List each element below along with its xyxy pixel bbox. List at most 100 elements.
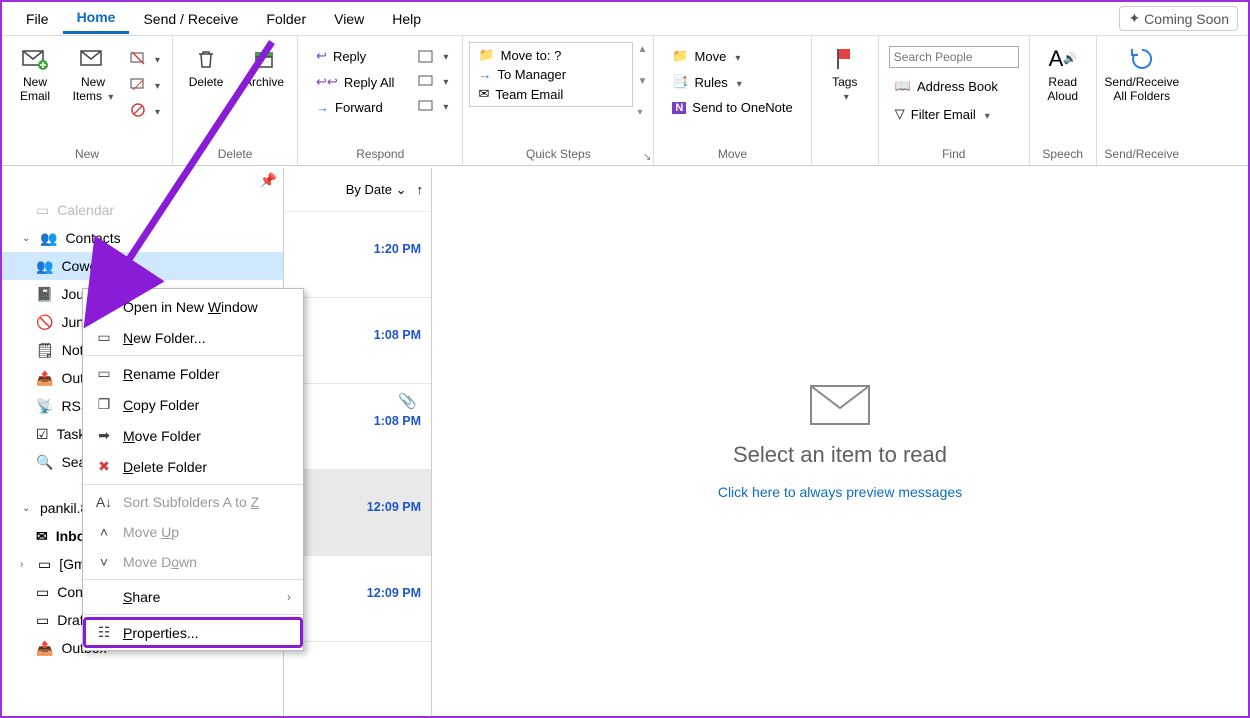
- ctx-moveup-label: Move Up: [123, 524, 179, 540]
- im-button[interactable]: [412, 71, 454, 90]
- ctx-sort-label: Sort Subfolders A to Z: [123, 494, 259, 510]
- move-folder-icon: 📁: [478, 47, 494, 63]
- quickstep-manager[interactable]: →To Manager: [472, 65, 630, 84]
- message-time: 1:08 PM: [374, 328, 421, 342]
- reply-button[interactable]: ↩Reply: [310, 46, 400, 66]
- tags-button[interactable]: Tags: [818, 42, 872, 108]
- new-items-button[interactable]: New Items: [66, 42, 120, 108]
- ctx-delete-label: Delete Folder: [123, 459, 207, 475]
- address-book-icon: 📖: [895, 78, 911, 94]
- tab-home[interactable]: Home: [63, 3, 130, 34]
- junk-button[interactable]: [124, 100, 166, 120]
- new-email-label: New Email: [10, 76, 60, 104]
- separator: [83, 355, 303, 356]
- more-respond-button[interactable]: [412, 96, 454, 115]
- chevron-down-icon: ⌄: [22, 233, 32, 244]
- ribbon-group-new: New Email New Items New: [2, 36, 173, 165]
- address-book-button[interactable]: 📖Address Book: [889, 76, 1019, 96]
- coming-soon-label: Coming Soon: [1144, 11, 1229, 27]
- reply-icon: ↩: [316, 48, 327, 64]
- ribbon-group-quicksteps: 📁Move to: ? →To Manager ✉Team Email ▲ ▼ …: [463, 36, 654, 165]
- ctx-open-new-window[interactable]: ▭Open in New Window: [83, 291, 303, 322]
- ctx-move-label: Move Folder: [123, 428, 201, 444]
- message-row[interactable]: 1:08 PM: [284, 298, 431, 384]
- outbox-icon: 📤: [36, 640, 53, 657]
- filter-email-button[interactable]: ▽Filter Email: [889, 104, 1019, 124]
- ctx-properties[interactable]: ☷Properties...: [83, 617, 303, 648]
- ribbon-group-speech: A🔊 Read Aloud Speech: [1030, 36, 1097, 165]
- new-email-button[interactable]: New Email: [8, 42, 62, 108]
- ctx-copy-label: Copy Folder: [123, 397, 199, 413]
- ctx-move-folder[interactable]: ➡ Move Folder: [83, 420, 303, 451]
- ctx-new-folder[interactable]: ▭New Folder...: [83, 322, 303, 353]
- window-icon: ▭: [95, 298, 113, 315]
- reading-pane: Select an item to read Click here to alw…: [432, 168, 1248, 716]
- sort-icon: A↓: [95, 494, 113, 510]
- search-people-input[interactable]: [889, 46, 1019, 68]
- quickstep-scroll-up[interactable]: ▲: [637, 44, 647, 55]
- quickstep-expand[interactable]: ▾: [637, 107, 647, 118]
- tab-file[interactable]: File: [12, 5, 63, 33]
- delete-button[interactable]: Delete: [179, 42, 233, 94]
- archive-button[interactable]: Archive: [237, 42, 291, 94]
- tab-send-receive[interactable]: Send / Receive: [129, 5, 252, 33]
- ctx-sort-subfolders: A↓ Sort Subfolders A to Z: [83, 487, 303, 517]
- onenote-button[interactable]: NSend to OneNote: [666, 98, 798, 117]
- chevron-down-icon: [152, 77, 160, 92]
- pin-icon[interactable]: 📌: [260, 172, 277, 189]
- sort-direction-button[interactable]: ↑: [417, 182, 424, 197]
- notes-icon: 🗒: [36, 342, 54, 359]
- reply-all-icon: ↩↩: [316, 74, 338, 90]
- message-row[interactable]: 1:20 PM: [284, 212, 431, 298]
- rules-button[interactable]: 📑Rules: [666, 72, 798, 92]
- envelope-icon: ✉: [478, 86, 489, 102]
- contacts-icon: 👥: [40, 230, 57, 247]
- ribbon-group-delete: Delete Archive Delete: [173, 36, 298, 165]
- quickstep-scroll-down[interactable]: ▼: [637, 76, 647, 87]
- move-icon: ➡: [95, 427, 113, 444]
- ctx-copy-folder[interactable]: ❐Copy Folder: [83, 389, 303, 420]
- coming-soon-button[interactable]: ✦ Coming Soon: [1119, 6, 1238, 31]
- message-list-header: By Date ⌄ ↑: [284, 168, 431, 212]
- sort-by-date[interactable]: By Date ⌄: [346, 182, 407, 198]
- folder-contacts[interactable]: ⌄👥Contacts: [2, 224, 283, 252]
- quickstep-moveto-label: Move to: ?: [501, 48, 562, 63]
- more-icon: [418, 99, 434, 113]
- calendar-icon: ▭: [36, 202, 49, 219]
- im-icon: [418, 74, 434, 88]
- attachment-icon: 📎: [398, 392, 417, 410]
- ctx-rename-folder[interactable]: ▭Rename Folder: [83, 358, 303, 389]
- onenote-icon: N: [672, 102, 686, 114]
- tab-view[interactable]: View: [320, 5, 378, 33]
- folder-coworkers[interactable]: 👥Coworkers: [2, 252, 283, 280]
- ctx-share[interactable]: Share›: [83, 582, 303, 612]
- chevron-right-icon: ›: [20, 559, 30, 570]
- quickstep-moveto[interactable]: 📁 Move to: ?: [472, 45, 630, 65]
- forward-icon: →: [478, 67, 491, 82]
- tab-folder[interactable]: Folder: [252, 5, 320, 33]
- message-row[interactable]: 📎1:08 PM: [284, 384, 431, 470]
- menu-bar: File Home Send / Receive Folder View Hel…: [2, 2, 1248, 36]
- message-row[interactable]: 12:09 PM: [284, 556, 431, 642]
- ignore-icon: [130, 50, 146, 66]
- quickstep-team[interactable]: ✉Team Email: [472, 84, 630, 104]
- read-aloud-button[interactable]: A🔊 Read Aloud: [1036, 42, 1090, 108]
- send-receive-all-button[interactable]: Send/Receive All Folders: [1103, 42, 1181, 108]
- meeting-icon: [418, 49, 434, 63]
- ctx-move-up: ˄Move Up: [83, 517, 303, 547]
- delete-icon: [193, 46, 219, 72]
- tab-help[interactable]: Help: [378, 5, 435, 33]
- cleanup-button[interactable]: [124, 74, 166, 94]
- reply-all-button[interactable]: ↩↩Reply All: [310, 72, 400, 92]
- chevron-down-icon: [440, 98, 448, 113]
- message-row[interactable]: 12:09 PM: [284, 470, 431, 556]
- ctx-delete-folder[interactable]: ✖Delete Folder: [83, 451, 303, 482]
- move-button[interactable]: 📁Move: [666, 46, 798, 66]
- folder-calendar[interactable]: ▭Calendar: [2, 196, 283, 224]
- sort-label: By Date: [346, 182, 392, 197]
- meeting-button[interactable]: [412, 46, 454, 65]
- ctx-new-folder-label: New Folder...: [123, 330, 206, 346]
- forward-button[interactable]: →Forward: [310, 98, 400, 117]
- always-preview-link[interactable]: Click here to always preview messages: [718, 484, 962, 500]
- ignore-button[interactable]: [124, 48, 166, 68]
